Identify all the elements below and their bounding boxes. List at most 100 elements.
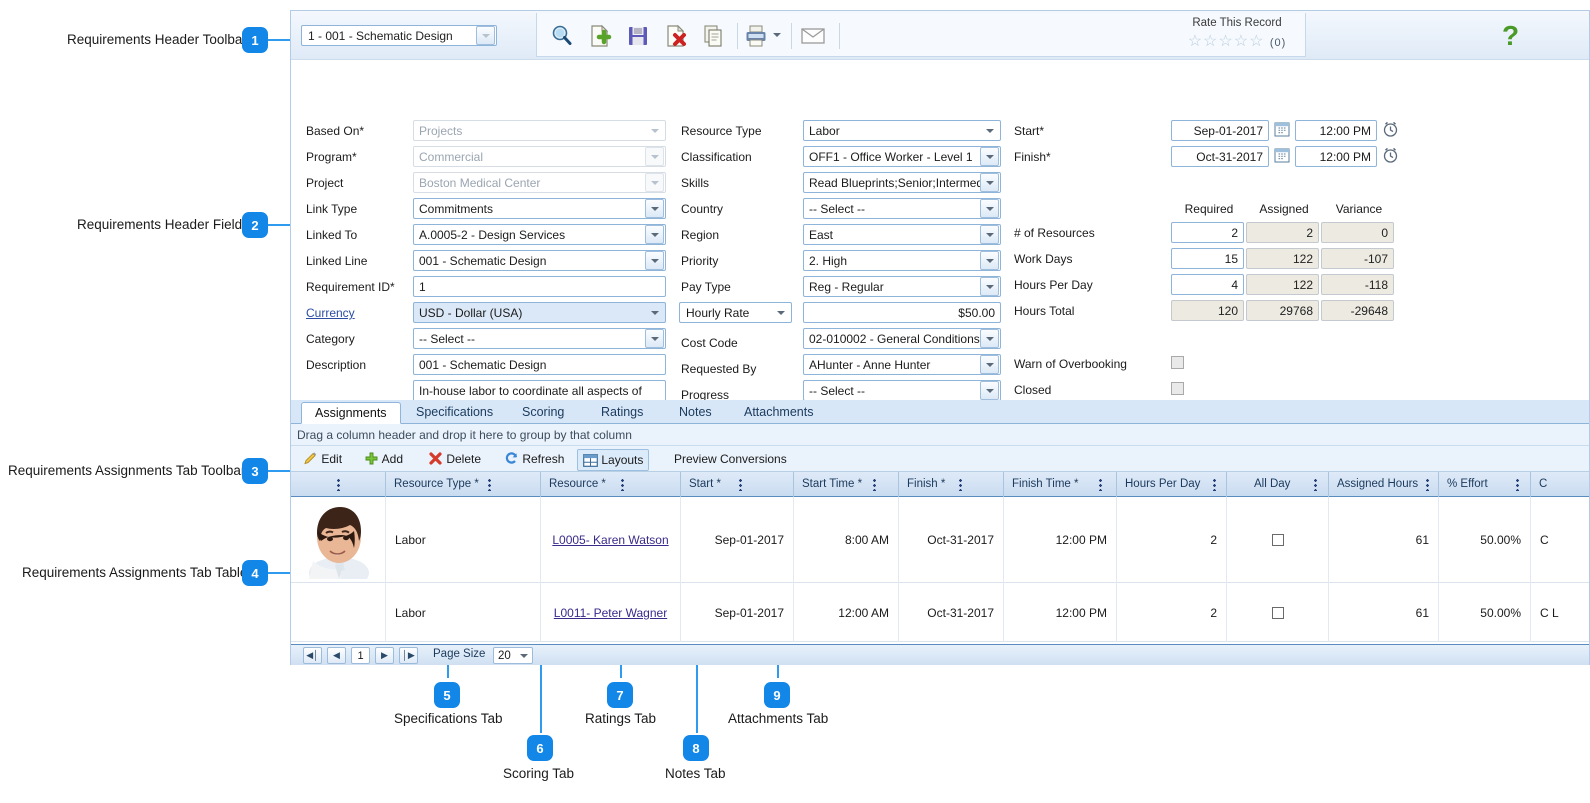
clock-icon-start[interactable] <box>1382 121 1398 137</box>
cell-all-day-checkbox[interactable] <box>1271 534 1284 546</box>
field-linked-line[interactable]: 001 - Schematic Design <box>413 250 666 271</box>
field-requirement-id[interactable]: 1 <box>413 276 666 297</box>
help-icon[interactable]: ? <box>1502 22 1519 50</box>
grid-col-start[interactable]: Start * <box>681 472 794 497</box>
field-resource-type-dropdown-icon[interactable] <box>980 121 999 140</box>
grid-col-percent-effort-menu-icon[interactable] <box>1516 478 1519 491</box>
calendar-icon-finish[interactable] <box>1274 148 1290 163</box>
copy-icon[interactable] <box>701 23 731 51</box>
field-pay-type[interactable]: Reg - Regular <box>803 276 1001 297</box>
field-region[interactable]: East <box>803 224 1001 245</box>
field-finish-time[interactable]: 12:00 PM <box>1295 146 1377 167</box>
resource-required-0[interactable]: 2 <box>1171 222 1244 243</box>
cell-resource-link[interactable]: L0011- Peter Wagner <box>554 606 667 620</box>
pager-current-page[interactable]: 1 <box>351 647 370 664</box>
tab-scoring[interactable]: Scoring <box>509 402 577 424</box>
grid-col-resource-type-menu-icon[interactable] <box>488 478 491 491</box>
field-skills[interactable]: Read Blueprints;Senior;Intermedi <box>803 172 1001 193</box>
field-resource-type[interactable]: Labor <box>803 120 1001 141</box>
grid-col-hours-per-day-menu-icon[interactable] <box>1213 478 1216 491</box>
checkbox-warn-overbooking[interactable] <box>1171 356 1184 369</box>
search-icon[interactable] <box>549 23 579 51</box>
field-start-date[interactable]: Sep-01-2017 <box>1171 120 1269 141</box>
field-link-type-dropdown-icon[interactable] <box>645 199 664 218</box>
field-category[interactable]: -- Select -- <box>413 328 666 349</box>
field-progress-dropdown-icon[interactable] <box>980 381 999 400</box>
field-priority[interactable]: 2. High <box>803 250 1001 271</box>
tab-assignments[interactable]: Assignments <box>301 402 401 424</box>
tab-ratings[interactable]: Ratings <box>588 402 656 424</box>
field-priority-dropdown-icon[interactable] <box>980 251 999 270</box>
field-description[interactable]: 001 - Schematic Design <box>413 354 666 375</box>
save-icon[interactable] <box>625 23 655 51</box>
delete-record-icon[interactable] <box>663 23 693 51</box>
tab-specifications[interactable]: Specifications <box>403 402 506 424</box>
email-icon[interactable] <box>799 23 829 51</box>
field-category-dropdown-icon[interactable] <box>645 329 664 348</box>
resource-required-2[interactable]: 4 <box>1171 274 1244 295</box>
grid-add-button[interactable]: Add <box>364 449 403 469</box>
pager-prev-button[interactable]: ◀ <box>327 647 346 664</box>
page-size-dropdown-icon[interactable] <box>517 649 531 663</box>
cell-all-day[interactable] <box>1227 583 1329 642</box>
field-cost-code-dropdown-icon[interactable] <box>980 329 999 348</box>
field-cost-code[interactable]: 02-010002 - General Conditions <box>803 328 1001 349</box>
grid-col-finish-menu-icon[interactable] <box>959 478 962 491</box>
field-currency-dropdown-icon[interactable] <box>645 303 664 322</box>
grid-delete-button[interactable]: Delete <box>428 449 481 469</box>
tab-notes[interactable]: Notes <box>666 402 725 424</box>
field-classification-dropdown-icon[interactable] <box>980 147 999 166</box>
field-finish-date[interactable]: Oct-31-2017 <box>1171 146 1269 167</box>
cell-all-day[interactable] <box>1227 497 1329 583</box>
grid-col-hours-per-day[interactable]: Hours Per Day <box>1117 472 1227 497</box>
field-link-type[interactable]: Commitments <box>413 198 666 219</box>
field-linked-line-dropdown-icon[interactable] <box>645 251 664 270</box>
field-skills-dropdown-icon[interactable] <box>980 173 999 192</box>
field-country[interactable]: -- Select -- <box>803 198 1001 219</box>
grid-refresh-button[interactable]: Refresh <box>504 449 564 469</box>
pager-last-button[interactable]: │▶ <box>399 647 418 664</box>
field-progress[interactable]: -- Select -- <box>803 380 1001 401</box>
clock-icon-finish[interactable] <box>1382 147 1398 163</box>
field-classification[interactable]: OFF1 - Office Worker - Level 1 <box>803 146 1001 167</box>
grid-col-finish[interactable]: Finish * <box>899 472 1004 497</box>
grid-col-resource-menu-icon[interactable] <box>621 478 624 491</box>
checkbox-closed[interactable] <box>1171 382 1184 395</box>
resource-required-1[interactable]: 15 <box>1171 248 1244 269</box>
grid-col-start-menu-icon[interactable] <box>739 478 742 491</box>
calendar-icon-start[interactable] <box>1274 122 1290 137</box>
field-pay-type-dropdown-icon[interactable] <box>980 277 999 296</box>
cell-all-day-checkbox[interactable] <box>1271 606 1284 619</box>
field-start-time[interactable]: 12:00 PM <box>1295 120 1377 141</box>
record-selector[interactable]: 1 - 001 - Schematic Design <box>301 25 497 46</box>
print-dropdown-icon[interactable] <box>773 29 785 41</box>
print-icon[interactable] <box>743 23 773 51</box>
grid-col-assigned-hours-menu-icon[interactable] <box>1426 478 1429 491</box>
page-size-selector[interactable]: 20 <box>493 647 533 664</box>
grid-preview-conversions-button[interactable]: Preview Conversions <box>674 449 787 469</box>
field-requested-by[interactable]: AHunter - Anne Hunter <box>803 354 1001 375</box>
rating-stars[interactable]: ☆☆☆☆☆ (0) <box>1162 31 1312 51</box>
grid-col-finish-time-menu-icon[interactable] <box>1099 478 1102 491</box>
grid-col-start-time-menu-icon[interactable] <box>873 478 876 491</box>
grid-edit-button[interactable]: Edit <box>303 449 342 469</box>
field-linked-to[interactable]: A.0005-2 - Design Services <box>413 224 666 245</box>
table-row[interactable]: Labor L0005- Karen Watson Sep-01-2017 8:… <box>291 497 1589 583</box>
grid-col-all-day-menu-icon[interactable] <box>1314 478 1317 491</box>
record-selector-dropdown-icon[interactable] <box>476 26 495 45</box>
group-by-hint[interactable]: Drag a column header and drop it here to… <box>291 424 1589 446</box>
cell-resource[interactable]: L0011- Peter Wagner <box>541 583 681 642</box>
field-rate-type-selector[interactable]: Hourly Rate <box>679 302 792 323</box>
grid-col-start-time[interactable]: Start Time * <box>794 472 899 497</box>
grid-col-assigned-hours[interactable]: Assigned Hours <box>1329 472 1439 497</box>
cell-resource-link[interactable]: L0005- Karen Watson <box>552 533 668 547</box>
grid-col-resource[interactable]: Resource * <box>541 472 681 497</box>
field-country-dropdown-icon[interactable] <box>980 199 999 218</box>
pager-first-button[interactable]: ◀│ <box>303 647 322 664</box>
field-rate-type-dropdown-icon[interactable] <box>771 303 790 322</box>
field-region-dropdown-icon[interactable] <box>980 225 999 244</box>
tab-attachments[interactable]: Attachments <box>731 402 826 424</box>
field-currency[interactable]: USD - Dollar (USA) <box>413 302 666 323</box>
grid-col-resource-type[interactable]: Resource Type * <box>386 472 541 497</box>
field-requested-by-dropdown-icon[interactable] <box>980 355 999 374</box>
